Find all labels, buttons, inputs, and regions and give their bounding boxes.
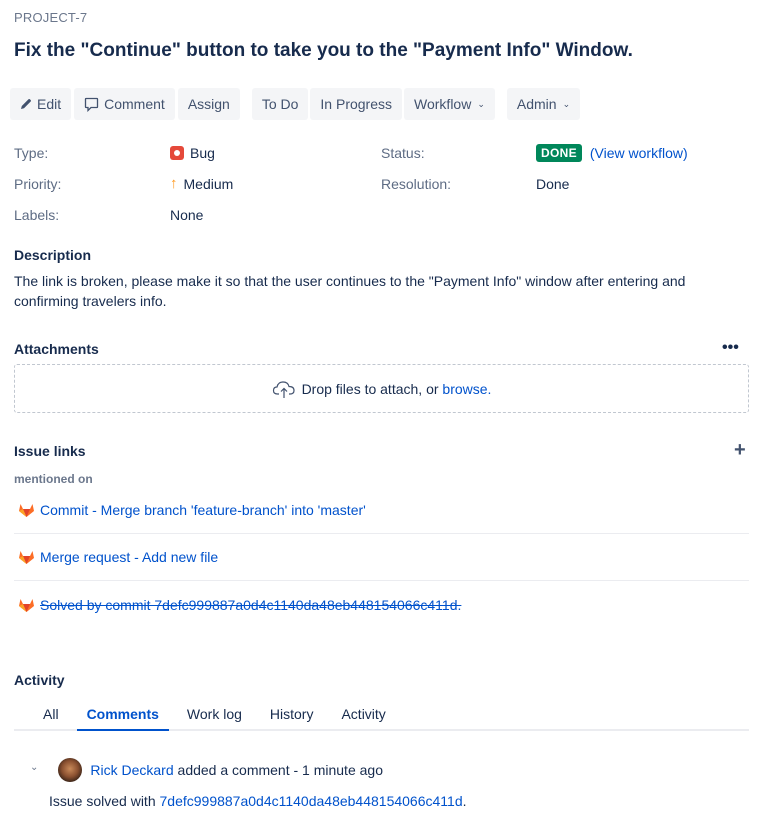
description-text[interactable]: The link is broken, please make it so th… — [14, 271, 714, 311]
gitlab-icon — [18, 502, 35, 518]
avatar[interactable] — [58, 758, 83, 782]
comment-text: Issue solved with — [49, 793, 160, 809]
add-link-icon[interactable]: + — [734, 440, 746, 460]
status-value: DONE (View workflow) — [536, 144, 688, 162]
comment-button[interactable]: Comment — [74, 88, 175, 120]
commit-link[interactable]: 7defc999887a0d4c1140da48eb448154066c411d — [160, 793, 463, 809]
assign-button[interactable]: Assign — [177, 88, 240, 120]
edit-label: Edit — [37, 96, 62, 112]
gitlab-icon — [18, 549, 35, 565]
priority-text: Medium — [183, 175, 234, 192]
more-options-icon[interactable]: ••• — [722, 339, 739, 357]
issue-link-item: Merge request - Add new file — [14, 534, 749, 581]
tab-all[interactable]: All — [43, 702, 59, 729]
chevron-down-icon: ⌄ — [477, 98, 485, 109]
admin-label: Admin — [516, 96, 557, 112]
issue-link-resolved[interactable]: Solved by commit 7defc999887a0d4c1140da4… — [40, 597, 461, 613]
attachments-heading: Attachments — [14, 341, 99, 357]
arrow-up-icon: ↑ — [170, 175, 178, 192]
priority-label: Priority: — [14, 176, 62, 192]
gitlab-icon — [18, 597, 35, 613]
issue-link-item: Commit - Merge branch 'feature-branch' i… — [14, 487, 749, 534]
issue-title: Fix the "Continue" button to take you to… — [14, 40, 633, 61]
bug-icon — [170, 146, 184, 160]
comment-suffix: . — [462, 793, 467, 809]
labels-label: Labels: — [14, 207, 60, 223]
drop-text: Drop files to attach, or — [301, 380, 439, 397]
chevron-down-icon[interactable]: ⌄ — [30, 762, 38, 773]
status-label: Status: — [381, 145, 425, 161]
tab-activity[interactable]: Activity — [341, 702, 385, 729]
view-workflow-link[interactable]: (View workflow) — [590, 145, 688, 161]
tab-history[interactable]: History — [270, 702, 314, 729]
issue-link[interactable]: Merge request - Add new file — [40, 549, 218, 565]
comment-meta: added a comment - 1 minute ago — [173, 762, 383, 778]
admin-dropdown[interactable]: Admin ⌄ — [506, 88, 581, 120]
comment-header: ⌄ Rick Deckard added a comment - 1 minut… — [30, 758, 383, 782]
in-progress-button[interactable]: In Progress — [310, 88, 403, 120]
tab-comments[interactable]: Comments — [76, 702, 170, 731]
workflow-label: Workflow — [414, 96, 472, 112]
resolution-label: Resolution: — [381, 176, 452, 192]
pencil-icon — [20, 98, 32, 110]
to-do-button[interactable]: To Do — [251, 88, 309, 120]
activity-heading: Activity — [14, 672, 65, 688]
issue-link[interactable]: Commit - Merge branch 'feature-branch' i… — [40, 502, 366, 518]
type-label: Type: — [14, 145, 49, 161]
tab-work-log[interactable]: Work log — [187, 702, 242, 729]
edit-button[interactable]: Edit — [10, 88, 72, 120]
comment-body: Issue solved with 7defc999887a0d4c1140da… — [49, 793, 467, 809]
issue-key[interactable]: PROJECT-7 — [14, 10, 87, 25]
status-badge: DONE — [536, 144, 582, 162]
issue-toolbar: Edit Comment Assign To Do In Progress Wo… — [10, 88, 583, 120]
link-group-label: mentioned on — [14, 472, 93, 486]
type-value: Bug — [170, 145, 215, 161]
cloud-upload-icon — [272, 379, 296, 399]
activity-tabs: All Comments Work log History Activity — [14, 702, 749, 731]
workflow-dropdown[interactable]: Workflow ⌄ — [404, 88, 495, 120]
attachment-dropzone[interactable]: Drop files to attach, or browse. — [14, 364, 749, 413]
browse-link[interactable]: browse. — [442, 381, 491, 397]
issue-link-item: Solved by commit 7defc999887a0d4c1140da4… — [14, 581, 749, 628]
resolution-value: Done — [536, 176, 570, 192]
description-heading: Description — [14, 247, 92, 263]
comment-icon — [84, 97, 99, 112]
type-text: Bug — [190, 145, 215, 161]
chevron-down-icon: ⌄ — [562, 98, 571, 109]
comment-author-link[interactable]: Rick Deckard — [90, 762, 173, 778]
comment-label: Comment — [104, 96, 165, 112]
issue-links-heading: Issue links — [14, 443, 86, 459]
labels-value: None — [170, 207, 204, 223]
priority-value: ↑ Medium — [170, 175, 233, 192]
